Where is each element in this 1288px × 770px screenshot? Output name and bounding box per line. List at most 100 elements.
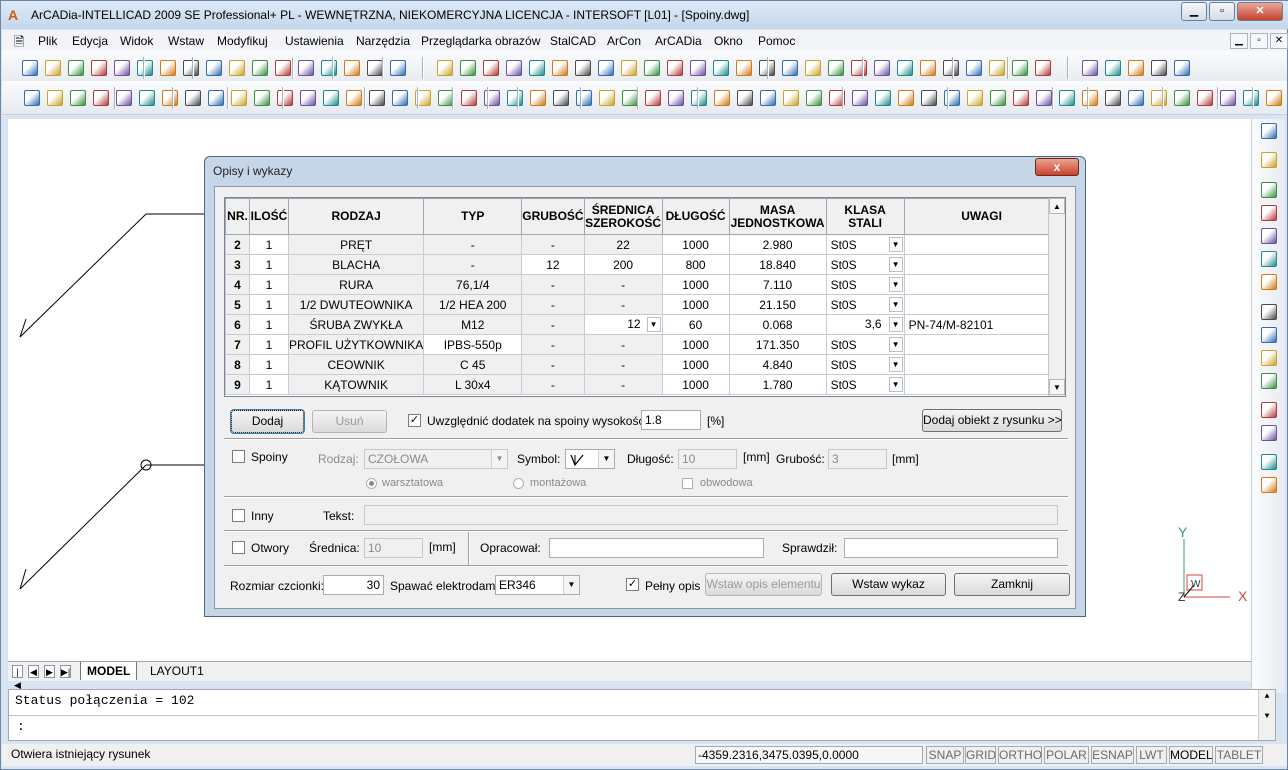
table-cell[interactable] [903, 254, 1060, 275]
table-cell[interactable]: 60 [661, 314, 730, 335]
warsztatowa-radio[interactable] [366, 478, 377, 489]
toolbar-tool-icon[interactable] [344, 60, 360, 76]
table-row[interactable]: 2 1 PRĘT - -22 1000 2.980 St0S ▼ [225, 234, 1060, 255]
right-toolbar-tool-icon[interactable] [1261, 228, 1277, 244]
table-cell[interactable]: 1 [249, 234, 289, 255]
scroll-down-arrow[interactable]: ▼ [1049, 379, 1065, 395]
toolbar-tool-icon[interactable] [461, 90, 477, 106]
table-cell[interactable]: - [583, 334, 663, 355]
right-toolbar-tool-icon[interactable] [1261, 274, 1277, 290]
table-row[interactable]: 8 1 CEOWNIK C 45- -1000 4.840 St0S ▼ [225, 354, 1060, 375]
toolbar-tool-icon[interactable] [91, 60, 107, 76]
dodatek-input[interactable]: 1.8 [641, 410, 701, 430]
usun-button[interactable]: Usuń [312, 410, 387, 433]
table-cell[interactable]: - [521, 334, 585, 355]
table-cell[interactable]: 8 [225, 354, 250, 375]
maximize-button[interactable]: ▫ [1209, 2, 1235, 21]
toolbar-tool-icon[interactable] [392, 90, 408, 106]
table-cell[interactable]: CEOWNIK [287, 354, 425, 375]
toolbar-tool-icon[interactable] [252, 60, 268, 76]
symbol-select[interactable]: ▼ [565, 449, 615, 469]
status-toggle-ortho[interactable]: ORTHO [998, 746, 1042, 764]
table-cell[interactable]: 4.840 [728, 354, 827, 375]
toolbar-tool-icon[interactable] [483, 60, 499, 76]
rozmiar-input[interactable]: 30 [323, 575, 384, 595]
table-cell[interactable]: 76,1/4 [423, 274, 523, 295]
toolbar-tool-icon[interactable] [1105, 90, 1121, 106]
toolbar-tool-icon[interactable] [599, 90, 615, 106]
toolbar-tool-icon[interactable] [966, 60, 982, 76]
menu-1[interactable]: Edycja [72, 34, 108, 48]
toolbar-tool-icon[interactable] [68, 60, 84, 76]
table-cell[interactable]: St0S ▼ [825, 354, 905, 375]
toolbar-tool-icon[interactable] [1128, 60, 1144, 76]
table-cell[interactable]: 1000 [661, 354, 730, 375]
last-tab-button[interactable]: ▶| [60, 665, 71, 678]
table-row[interactable]: 4 1 RURA 76,1/4- -1000 7.110 St0S ▼ [225, 274, 1060, 295]
table-cell[interactable]: 1 [249, 294, 289, 315]
table-cell[interactable]: 12 ▼ [583, 314, 663, 335]
right-toolbar-tool-icon[interactable] [1261, 123, 1277, 139]
status-toggle-snap[interactable]: SNAP [926, 746, 964, 764]
dodaj-button[interactable]: Dodaj [230, 409, 305, 434]
table-cell[interactable]: 171.350 [728, 334, 827, 355]
table-cell[interactable]: 1 [249, 274, 289, 295]
toolbar-tool-icon[interactable] [70, 90, 86, 106]
dlugosc-input[interactable]: 10 [678, 449, 737, 469]
toolbar-tool-icon[interactable] [275, 60, 291, 76]
wstaw-wykaz-button[interactable]: Wstaw wykaz [831, 573, 946, 596]
table-cell[interactable]: M12 [423, 314, 523, 335]
table-cell[interactable]: 7.110 [728, 274, 827, 295]
toolbar-tool-icon[interactable] [277, 90, 293, 106]
table-row[interactable]: 6 1 ŚRUBA ZWYKŁA M12-12 ▼ 60 0.068 3,6 ▼ PN-74/M-… [225, 314, 1060, 335]
table-row[interactable]: 5 1 1/2 DWUTEOWNIKA 1/2 HEA 200- -1000 21.150… [225, 294, 1060, 315]
dialog-close-button[interactable]: x [1035, 158, 1079, 176]
table-cell[interactable]: - [583, 274, 663, 295]
montazowa-radio[interactable] [513, 478, 524, 489]
toolbar-tool-icon[interactable] [254, 90, 270, 106]
table-cell[interactable]: - [583, 354, 663, 375]
toolbar-tool-icon[interactable] [1128, 90, 1144, 106]
toolbar-tool-icon[interactable] [897, 60, 913, 76]
toolbar-tool-icon[interactable] [506, 60, 522, 76]
toolbar-tool-icon[interactable] [231, 90, 247, 106]
tekst-input[interactable] [364, 505, 1058, 525]
toolbar-tool-icon[interactable] [139, 90, 155, 106]
toolbar-tool-icon[interactable] [1174, 60, 1190, 76]
table-row[interactable]: 7 1 PROFIL UŻYTKOWNIKA IPBS-550p - -1000 171.3… [225, 334, 1060, 355]
table-cell[interactable]: KĄTOWNIK [287, 374, 425, 395]
toolbar-tool-icon[interactable] [507, 90, 523, 106]
toolbar-tool-icon[interactable] [852, 90, 868, 106]
toolbar-tool-icon[interactable] [460, 60, 476, 76]
toolbar-tool-icon[interactable] [346, 90, 362, 106]
table-cell[interactable]: L 30x4 [423, 374, 523, 395]
toolbar-tool-icon[interactable] [183, 60, 199, 76]
table-cell[interactable] [903, 294, 1060, 315]
toolbar-tool-icon[interactable] [437, 60, 453, 76]
toolbar-tool-icon[interactable] [644, 60, 660, 76]
table-cell[interactable]: St0S ▼ [825, 254, 905, 275]
table-cell[interactable]: St0S ▼ [825, 274, 905, 295]
table-cell[interactable]: IPBS-550p [423, 334, 523, 355]
toolbar-tool-icon[interactable] [367, 60, 383, 76]
prev-tab-button[interactable]: ◀ [28, 665, 39, 678]
toolbar-tool-icon[interactable] [553, 90, 569, 106]
table-cell[interactable]: 1 [249, 354, 289, 375]
table-cell[interactable]: St0S ▼ [825, 234, 905, 255]
table-row[interactable]: 3 1 BLACHA -12 200 800 18.840 St0S ▼ [225, 254, 1060, 275]
toolbar-tool-icon[interactable] [967, 90, 983, 106]
toolbar-tool-icon[interactable] [691, 90, 707, 106]
toolbar-tool-icon[interactable] [713, 60, 729, 76]
table-cell[interactable]: 800 [661, 254, 730, 275]
toolbar-tool-icon[interactable] [714, 90, 730, 106]
toolbar-tool-icon[interactable] [690, 60, 706, 76]
toolbar-tool-icon[interactable] [114, 60, 130, 76]
table-cell[interactable]: 2.980 [728, 234, 827, 255]
toolbar-tool-icon[interactable] [1105, 60, 1121, 76]
toolbar-tool-icon[interactable] [369, 90, 385, 106]
table-cell[interactable]: - [521, 354, 585, 375]
chevron-down-icon[interactable]: ▼ [888, 257, 903, 272]
table-cell[interactable]: 0.068 [728, 314, 827, 335]
table-scrollbar[interactable]: ▲ ▼ [1048, 198, 1065, 396]
sprawdzil-input[interactable] [844, 538, 1058, 558]
